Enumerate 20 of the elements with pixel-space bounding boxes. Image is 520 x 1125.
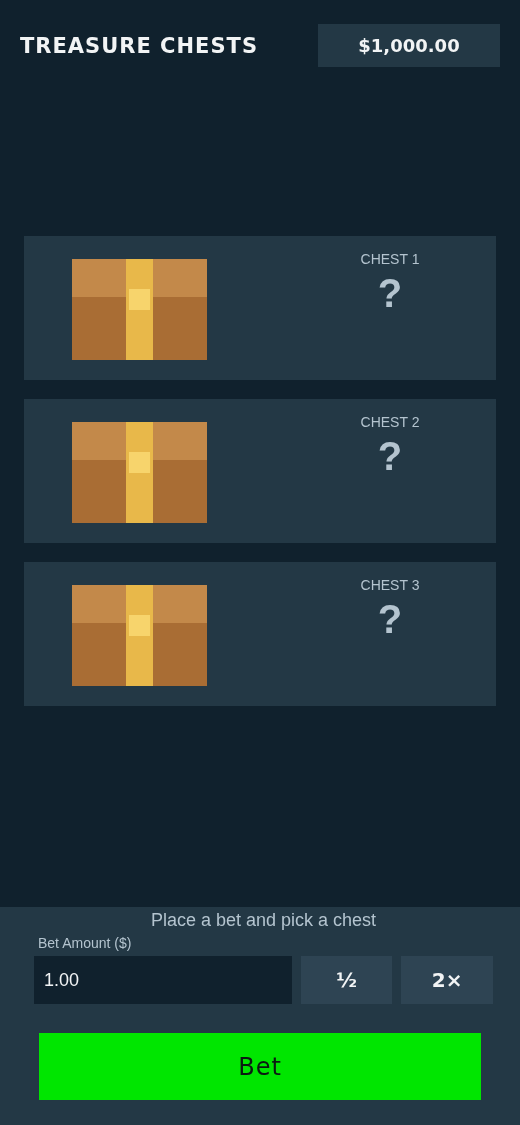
chest-card[interactable]: CHEST 1 ?: [24, 236, 496, 380]
chest-result: ?: [377, 434, 403, 478]
chest-label: CHEST 2: [360, 414, 420, 430]
chest-icon: [71, 259, 207, 360]
bet-button[interactable]: Bet: [39, 1033, 481, 1100]
chest-card[interactable]: CHEST 2 ?: [24, 399, 496, 543]
chest-label: CHEST 1: [360, 251, 420, 267]
balance-display: $1,000.00: [318, 24, 500, 67]
double-button[interactable]: 2×: [401, 956, 493, 1004]
bet-amount-field[interactable]: 1.00: [34, 956, 292, 1004]
chest-label: CHEST 3: [360, 577, 420, 593]
chest-result: ?: [377, 597, 403, 641]
app-title: TREASURE CHESTS: [20, 33, 258, 58]
status-message: Place a bet and pick a chest: [149, 910, 378, 931]
bet-amount-label: Bet Amount ($): [38, 935, 133, 951]
chest-result: ?: [377, 271, 403, 315]
chest-card[interactable]: CHEST 3 ?: [24, 562, 496, 706]
chest-icon: [71, 422, 207, 523]
chest-icon: [71, 585, 207, 686]
half-button[interactable]: ½: [300, 956, 393, 1004]
